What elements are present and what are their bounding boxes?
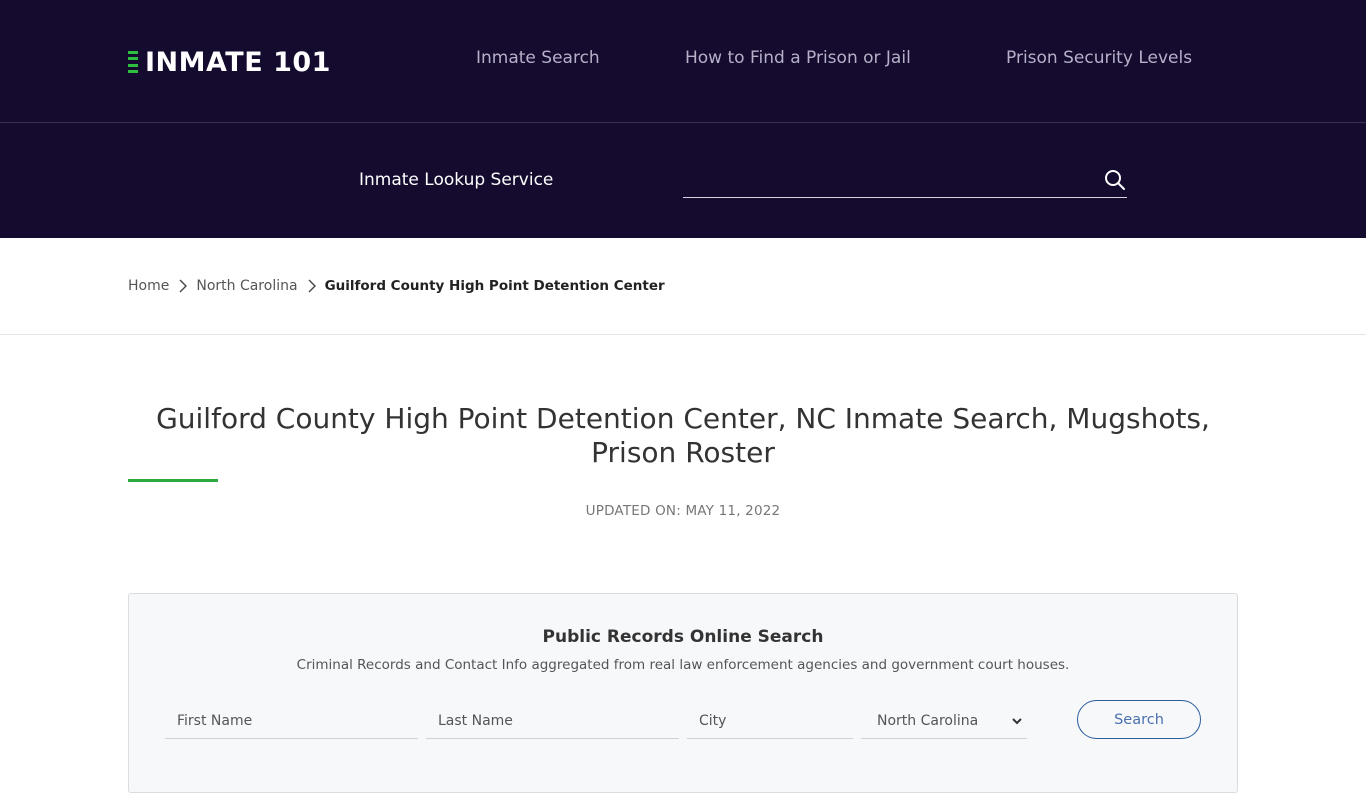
last-name-input[interactable] — [426, 703, 679, 739]
lookup-search-input[interactable] — [683, 160, 1083, 196]
breadcrumb-current: Guilford County High Point Detention Cen… — [324, 278, 665, 294]
nav-item-inmate-search[interactable]: Inmate Search — [476, 48, 600, 68]
search-button[interactable]: Search — [1077, 700, 1201, 739]
title-accent-line — [128, 479, 218, 482]
search-icon[interactable] — [1103, 168, 1127, 192]
updated-date: UPDATED ON: MAY 11, 2022 — [585, 503, 781, 519]
public-records-search-panel: Public Records Online Search Criminal Re… — [128, 593, 1238, 793]
nav-item-security-levels[interactable]: Prison Security Levels — [1006, 48, 1192, 68]
page-title: Guilford County High Point Detention Cen… — [156, 402, 1210, 469]
records-search-title: Public Records Online Search — [542, 627, 824, 647]
breadcrumb: Home North Carolina Guilford County High… — [128, 276, 665, 296]
state-select-value: North Carolina — [877, 712, 979, 729]
breadcrumb-divider — [0, 334, 1366, 335]
lookup-label: Inmate Lookup Service — [359, 170, 554, 190]
records-search-subtitle: Criminal Records and Contact Info aggreg… — [296, 657, 1070, 673]
breadcrumb-home[interactable]: Home — [128, 278, 169, 294]
nav-item-find-prison[interactable]: How to Find a Prison or Jail — [685, 48, 911, 68]
breadcrumb-north-carolina[interactable]: North Carolina — [196, 278, 297, 294]
chevron-right-icon — [306, 278, 318, 294]
first-name-input[interactable] — [165, 703, 418, 739]
top-navigation-bar: INMATE 101 Inmate Search How to Find a P… — [0, 0, 1366, 122]
chevron-down-icon — [1011, 715, 1023, 727]
chevron-right-icon — [177, 278, 189, 294]
lookup-search-field — [683, 160, 1127, 198]
main-nav: Inmate Search How to Find a Prison or Ja… — [0, 48, 1366, 74]
city-input[interactable] — [687, 703, 853, 739]
state-select[interactable]: North Carolina — [861, 703, 1027, 739]
